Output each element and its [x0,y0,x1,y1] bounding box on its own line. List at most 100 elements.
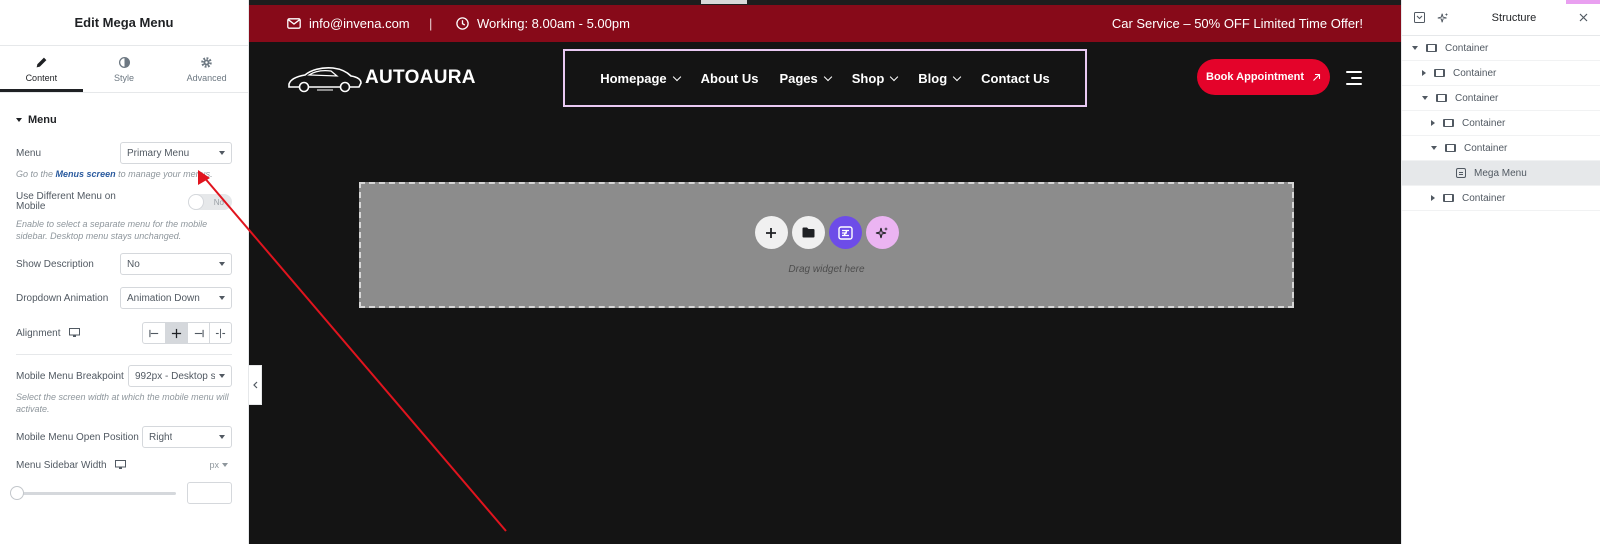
folder-icon [802,227,814,238]
nav-label: Blog [918,70,948,86]
tab-content[interactable]: Content [0,46,83,92]
chevron-down-icon [890,72,899,81]
tree-item-label: Container [1453,67,1497,79]
breakpoint-select[interactable]: 992px - Desktop si [128,365,232,387]
desktop-icon[interactable] [115,459,127,470]
preview-canvas: info@invena.com | Working: 8.00am - 5.00… [249,0,1401,544]
chevron-down-icon [952,72,962,81]
desktop-icon[interactable] [69,327,81,338]
nav-label: Homepage [600,70,667,86]
select-value: Animation Down [127,292,200,304]
drag-widget-hint: Drag widget here [788,264,865,275]
arrow-up-right-icon [1313,73,1321,81]
nav-item-pages[interactable]: Pages [779,71,833,86]
container-icon [1436,94,1447,102]
structure-header: Structure [1402,0,1600,36]
tab-label: Content [25,72,58,83]
menu-control: Menu Primary Menu [16,142,232,164]
site-logo[interactable]: AUTOAURA [287,62,476,94]
breakpoint-help: Select the screen width at which the mob… [16,392,229,414]
alignment-buttons [142,322,232,344]
caret-down-icon[interactable] [1412,46,1418,50]
unit-selector[interactable]: px [209,460,228,470]
select-value: 992px - Desktop si [135,370,215,382]
empty-container-drop-zone[interactable]: Drag widget here [359,182,1294,308]
nav-item-about-us[interactable]: About Us [701,71,759,86]
diff-mobile-toggle[interactable]: No [188,194,232,210]
elementskit-button[interactable] [828,216,862,249]
gear-icon [201,56,212,68]
main-navigation: Homepage About Us Pages Shop Blog Contac… [563,49,1087,107]
hamburger-line [1351,77,1362,79]
sidebar-width-input[interactable] [187,482,232,504]
unit-label: px [209,460,219,470]
topbar-email-text[interactable]: info@invena.com [309,16,410,31]
nav-item-contact-us[interactable]: Contact Us [981,71,1050,86]
tree-item-container[interactable]: Container [1402,136,1600,161]
align-center-icon [171,328,182,338]
book-appointment-button[interactable]: Book Appointment [1197,59,1330,95]
menu-select-value: Primary Menu [127,147,190,159]
nav-item-homepage[interactable]: Homepage [600,70,681,86]
caret-down-icon[interactable] [1422,96,1428,100]
slider-handle[interactable] [10,485,24,500]
topbar-hours: Working: 8.00am - 5.00pm [456,16,630,31]
tree-item-container[interactable]: Container [1402,186,1600,211]
topbar-hours-text: Working: 8.00am - 5.00pm [477,16,630,31]
close-icon[interactable] [1579,13,1588,22]
sidebar-width-label-wrap: Menu Sidebar Width [16,459,127,471]
tree-item-container[interactable]: Container [1402,86,1600,111]
dropdown-animation-control: Dropdown Animation Animation Down [16,287,232,309]
hamburger-menu-icon[interactable] [1346,71,1362,85]
widget-icon [1456,168,1466,178]
chevron-left-icon [253,381,258,389]
menus-screen-link[interactable]: Menus screen [56,169,116,179]
add-template-button[interactable] [791,216,825,249]
add-element-button[interactable] [754,216,788,249]
ai-assistant-button[interactable] [865,216,899,249]
menu-select[interactable]: Primary Menu [120,142,232,164]
structure-panel: Structure Container Container Container … [1401,0,1600,544]
tree-item-container[interactable]: Container [1402,36,1600,61]
caret-down-icon[interactable] [1431,146,1437,150]
nav-label: Shop [851,70,885,86]
site-header: AUTOAURA Homepage About Us Pages Shop Bl… [249,42,1401,116]
sidebar-width-slider[interactable] [10,485,176,500]
section-toggle-menu[interactable]: Menu [0,103,248,136]
tab-advanced[interactable]: Advanced [165,46,248,92]
align-center-button[interactable] [165,323,187,343]
tree-item-label: Container [1462,117,1506,129]
collapse-all-icon[interactable] [1414,12,1425,23]
align-justify-button[interactable] [209,323,231,343]
align-end-button[interactable] [187,323,209,343]
car-logo-icon [288,67,362,93]
diff-mobile-label: Use Different Menu on Mobile [16,191,116,212]
panel-title: Edit Mega Menu [0,0,248,46]
align-start-button[interactable] [143,323,165,343]
tree-item-label: Container [1455,92,1499,104]
tree-item-container[interactable]: Container [1402,61,1600,86]
collapse-panel-button[interactable] [249,365,262,405]
show-description-select[interactable]: No [120,253,232,275]
tree-item-container[interactable]: Container [1402,111,1600,136]
container-icon [1434,69,1445,77]
tree-item-mega-menu[interactable]: Mega Menu [1402,161,1600,186]
caret-right-icon[interactable] [1431,120,1435,126]
structure-tools [1414,12,1449,24]
dropdown-arrow-icon [219,296,225,300]
align-start-icon [148,329,158,337]
open-position-select[interactable]: Right [142,426,232,448]
nav-item-blog[interactable]: Blog [918,70,962,86]
envelope-icon [287,18,301,29]
dropdown-arrow-icon [219,151,225,155]
caret-right-icon[interactable] [1431,195,1435,201]
sparkle-icon[interactable] [1437,12,1449,24]
tab-style[interactable]: Style [83,46,166,92]
help-prefix: Go to the [16,169,54,179]
caret-right-icon[interactable] [1422,70,1426,76]
caret-down-icon [16,117,22,122]
nav-item-shop[interactable]: Shop [851,70,899,86]
dropdown-animation-select[interactable]: Animation Down [120,287,232,309]
sidebar-width-control: Menu Sidebar Width px [16,454,232,476]
logo-text: AUTOAURA [365,67,476,88]
